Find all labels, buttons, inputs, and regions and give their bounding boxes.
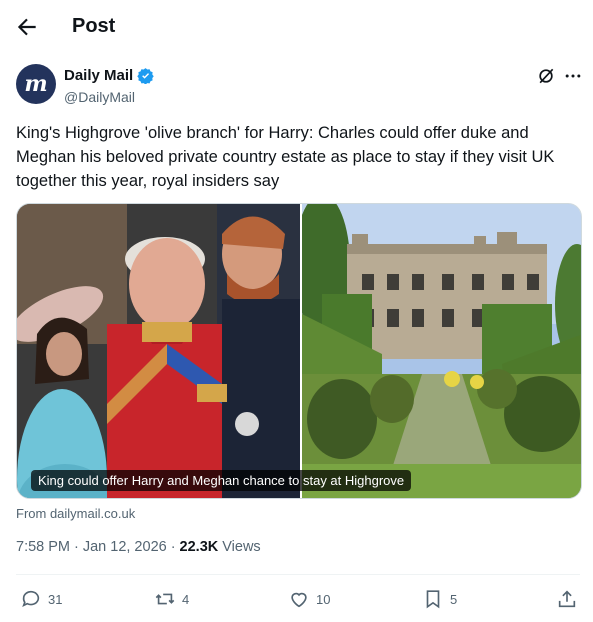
grok-icon[interactable] [536,66,556,86]
source-link[interactable]: From dailymail.co.uk [16,506,135,521]
meta-separator: · [74,539,79,555]
top-bar: Post [0,0,593,56]
author-handle[interactable]: @DailyMail [64,89,135,105]
repost-count: 4 [182,591,190,607]
tweet-time[interactable]: 7:58 PM [16,539,70,555]
tweet-media[interactable]: King could offer Harry and Meghan chance… [16,203,582,499]
royals-photo [17,204,300,498]
like-button[interactable]: 10 [288,588,330,610]
bookmark-button[interactable]: 5 [422,588,457,610]
tweet-meta: 7:58 PM · Jan 12, 2026 · 22.3K Views [16,539,261,555]
verified-icon [137,68,154,84]
repost-icon [155,593,175,605]
tweet-text: King's Highgrove 'olive branch' for Harr… [16,124,555,190]
avatar[interactable]: m [16,64,56,104]
like-icon [291,592,307,608]
bookmark-icon [426,590,440,609]
divider [16,574,580,575]
like-count: 10 [316,591,331,607]
reply-button[interactable]: 31 [20,588,62,610]
bookmark-count: 5 [450,591,458,607]
repost-button[interactable]: 4 [154,588,189,610]
avatar-letter: m [24,71,48,97]
views-label: Views [222,539,261,555]
tweet-date[interactable]: Jan 12, 2026 [83,539,167,555]
highgrove-photo [302,204,581,498]
more-icon[interactable] [563,66,583,86]
reply-icon [22,590,40,608]
meta-separator-2: · [170,539,176,555]
page-title: Post [72,15,116,37]
share-icon [558,590,576,608]
views-count: 22.3K [179,539,219,555]
media-caption: King could offer Harry and Meghan chance… [31,470,412,491]
share-button[interactable] [556,588,578,610]
action-bar: 31 4 10 5 [0,588,593,612]
back-arrow-icon[interactable] [14,14,40,40]
author-name[interactable]: Daily Mail [64,67,133,84]
reply-count: 31 [48,591,63,607]
author-name-row: Daily Mail [64,67,154,84]
